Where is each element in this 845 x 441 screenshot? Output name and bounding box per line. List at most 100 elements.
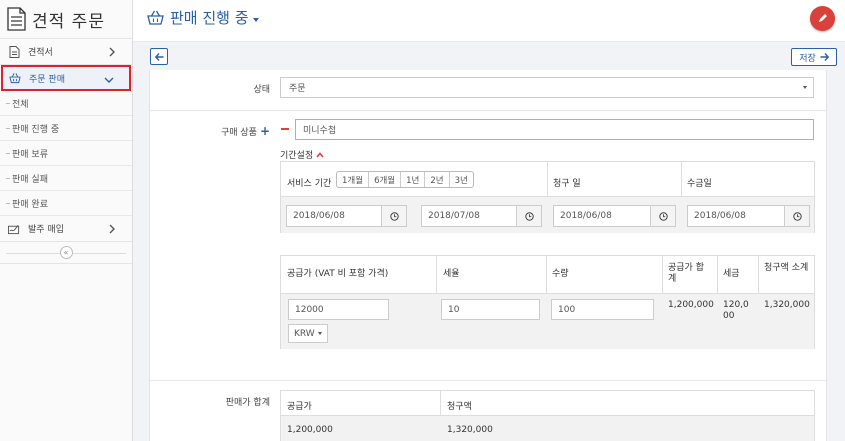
billing-date-input[interactable]: 2018/06/08 (553, 205, 651, 227)
caret-down-icon (252, 17, 259, 22)
chevron-right-icon (109, 224, 115, 234)
product-input[interactable]: 미니수첩 (295, 119, 814, 140)
product-label-wrap: 구매 상품 + (190, 124, 270, 138)
sidebar-subitem-in-progress[interactable]: 판매 진행 중 (0, 116, 132, 141)
chevron-down-icon (104, 77, 114, 83)
clock-button[interactable] (784, 205, 810, 227)
price-table: 공급가 (VAT 비 포함 가격) 세율 수량 공급가 합계 세금 청구액 소계… (280, 255, 815, 349)
status-select[interactable]: 주문 (280, 77, 814, 98)
collapse-sidebar-button[interactable]: « (59, 246, 73, 259)
arrow-left-icon (154, 52, 163, 61)
period-option-1m[interactable]: 1개월 (337, 172, 368, 187)
top-bar: 판매 진행 중 (133, 0, 845, 42)
sale-total-body: 1,200,000 1,320,000 (281, 416, 814, 441)
service-start-date-input[interactable]: 2018/06/08 (286, 205, 382, 227)
save-button-label: 저장 (799, 53, 816, 64)
sale-total-table: 공급가 청구액 1,200,000 1,320,000 (280, 390, 815, 441)
form-panel: 상태 주문 구매 상품 + 미니수첩 기간설정 서비스 기간 1개월 6개월 1… (149, 70, 827, 441)
status-value: 주문 (289, 84, 306, 94)
back-button[interactable] (150, 48, 168, 65)
chevron-up-icon (316, 151, 324, 158)
save-button[interactable]: 저장 (791, 48, 837, 66)
billing-day-label: 청구 일 (553, 179, 581, 189)
currency-value: KRW (294, 328, 315, 339)
quantity-header: 수량 (552, 269, 569, 279)
date-value: 2018/06/08 (694, 211, 746, 221)
tax-header: 세금 (723, 269, 740, 279)
sale-total-header: 공급가 청구액 (281, 391, 814, 416)
sidebar-collapse: « (0, 242, 132, 264)
clock-button[interactable] (381, 205, 407, 227)
service-period-table: 서비스 기간 1개월 6개월 1년 2년 3년 청구 일 수금일 2018/06… (280, 161, 815, 233)
tax-rate-header: 세율 (443, 269, 460, 279)
sidebar-subitem-on-hold[interactable]: 판매 보류 (0, 141, 132, 166)
total-billed-value: 1,320,000 (447, 425, 493, 435)
caret-down-icon (318, 332, 322, 335)
basket-icon (147, 10, 164, 25)
basket-icon (9, 72, 21, 84)
service-period-body: 2018/06/08 2018/07/08 2018/06/08 2018/06… (281, 197, 814, 233)
price-table-body: 12000 KRW 10 100 1,200,000 120,000 1,320… (281, 294, 814, 349)
sale-total-label: 판매가 합계 (225, 398, 270, 408)
document-icon (8, 45, 20, 58)
receipt-day-label: 수금일 (687, 179, 712, 189)
clock-icon (524, 211, 534, 221)
tax-value: 120,000 (723, 300, 749, 321)
price-table-header: 공급가 (VAT 비 포함 가격) 세율 수량 공급가 합계 세금 청구액 소계 (281, 256, 814, 294)
sidebar-item-quote[interactable]: 견적서 (0, 39, 132, 65)
service-end-date-input[interactable]: 2018/07/08 (421, 205, 517, 227)
sidebar: 견적 주문 견적서 주문 판매 전체 판매 진행 중 판매 보류 판매 실패 판… (0, 0, 133, 441)
chevron-right-icon (109, 47, 115, 57)
caret-down-icon (803, 86, 807, 89)
tax-rate-input[interactable]: 10 (441, 299, 540, 320)
supply-price-value: 12000 (295, 304, 324, 315)
clock-button[interactable] (516, 205, 542, 227)
period-option-3y[interactable]: 3년 (448, 172, 473, 187)
product-label: 구매 상품 (220, 127, 257, 138)
toolbar: 저장 (141, 45, 837, 69)
period-option-1y[interactable]: 1년 (400, 172, 424, 187)
divider (150, 380, 826, 381)
clock-icon (389, 211, 399, 221)
pencil-icon (819, 14, 827, 22)
period-option-6m[interactable]: 6개월 (368, 172, 400, 187)
billed-subtotal-value: 1,320,000 (764, 300, 810, 310)
sidebar-item-label: 발주 매입 (28, 225, 64, 235)
supply-total-header: 공급가 합계 (668, 263, 704, 284)
arrow-right-icon (820, 53, 829, 61)
sidebar-subitem-all[interactable]: 전체 (0, 91, 132, 116)
period-options: 1개월 6개월 1년 2년 3년 (336, 171, 474, 188)
tax-rate-value: 10 (448, 304, 460, 315)
main-content: 저장 상태 주문 구매 상품 + 미니수첩 기간설정 서비스 기간 1개월 6개… (133, 42, 845, 441)
period-option-2y[interactable]: 2년 (424, 172, 448, 187)
divider (150, 110, 826, 111)
currency-select[interactable]: KRW (288, 324, 328, 343)
supply-price-input[interactable]: 12000 (288, 299, 389, 320)
quantity-input[interactable]: 100 (551, 299, 654, 320)
sidebar-header: 견적 주문 (0, 0, 132, 39)
total-billed-header: 청구액 (447, 402, 472, 412)
clock-icon (792, 211, 802, 221)
status-label: 상태 (253, 85, 270, 95)
period-settings-toggle[interactable]: 기간설정 (280, 148, 324, 161)
remove-product-button[interactable] (281, 128, 289, 130)
page-title-dropdown[interactable]: 판매 진행 중 (147, 7, 259, 28)
sidebar-item-purchase-order[interactable]: 발주 매입 (0, 216, 132, 242)
total-supply-value: 1,200,000 (287, 425, 333, 435)
period-settings-label: 기간설정 (280, 151, 314, 161)
clock-button[interactable] (650, 205, 676, 227)
service-period-label: 서비스 기간 (287, 179, 332, 189)
sidebar-title: 견적 주문 (32, 11, 105, 32)
date-value: 2018/06/08 (560, 211, 612, 221)
edit-button[interactable] (810, 6, 835, 31)
receipt-date-input[interactable]: 2018/06/08 (687, 205, 785, 227)
signature-icon (8, 223, 20, 235)
billed-subtotal-header: 청구액 소계 (764, 263, 809, 273)
total-supply-header: 공급가 (287, 402, 312, 412)
supply-total-value: 1,200,000 (668, 300, 714, 310)
sidebar-subitem-completed[interactable]: 판매 완료 (0, 191, 132, 216)
sidebar-item-label: 견적서 (28, 48, 53, 58)
sidebar-subitem-failed[interactable]: 판매 실패 (0, 166, 132, 191)
sidebar-item-order-sales[interactable]: 주문 판매 (1, 65, 131, 91)
add-product-icon[interactable]: + (260, 124, 270, 138)
